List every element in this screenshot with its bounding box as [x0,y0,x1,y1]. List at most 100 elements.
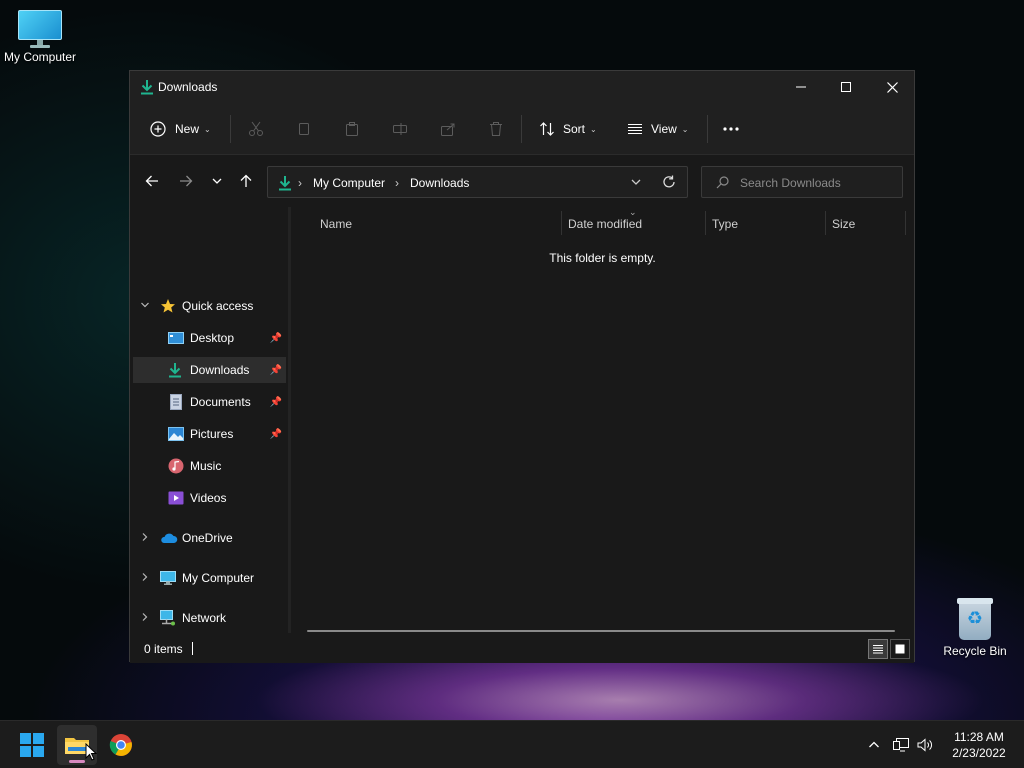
taskbar: 11:28 AM 2/23/2022 [0,720,1024,768]
breadcrumb-my-computer[interactable]: My Computer [313,176,385,190]
column-header-date-modified[interactable]: Date modified [568,217,642,231]
scissors-icon [249,121,263,136]
tree-item-music[interactable]: Music [133,453,286,479]
chevron-down-icon: ⌄ [590,124,597,134]
back-button[interactable] [142,171,162,191]
chevron-right-icon[interactable] [139,612,151,625]
recycle-bin-icon: ♻ [955,596,995,642]
tree-item-videos[interactable]: Videos [133,485,286,511]
search-box[interactable] [701,166,903,198]
window-title: Downloads [158,80,218,94]
tree-item-pictures[interactable]: Pictures 📌 [133,421,286,447]
tree-item-network[interactable]: Network [133,605,286,631]
chevron-right-icon[interactable] [139,532,151,545]
column-divider[interactable] [705,211,706,235]
tree-item-desktop[interactable]: Desktop 📌 [133,325,286,351]
breadcrumb-separator-icon: › [298,176,302,190]
forward-button[interactable] [176,171,196,191]
windows-logo-icon [20,733,44,757]
column-divider[interactable] [905,211,906,235]
address-history-button[interactable] [630,176,642,191]
chevron-down-icon: ⌄ [681,124,689,134]
show-hidden-icons-button[interactable] [864,735,884,755]
cut-button[interactable] [248,115,264,143]
close-button[interactable] [869,71,915,103]
divider [521,115,522,143]
view-label: View [651,122,677,136]
desktop-folder-icon [168,330,184,346]
chevron-right-icon[interactable] [139,572,151,585]
delete-button[interactable] [488,115,504,143]
new-button[interactable]: New ⌄ [150,115,211,143]
copy-button[interactable] [296,115,312,143]
rename-icon [393,123,407,135]
document-icon [168,394,184,410]
breadcrumb-downloads[interactable]: Downloads [410,176,469,190]
navigation-pane: Quick access Desktop 📌 Downloads 📌 Docum… [130,207,288,633]
column-header-size[interactable]: Size [832,217,855,231]
desktop-icon-label: My Computer [3,50,77,64]
tree-item-documents[interactable]: Documents 📌 [133,389,286,415]
large-icons-view-button[interactable] [890,639,910,659]
tree-item-my-computer[interactable]: My Computer [133,565,286,591]
details-view-button[interactable] [868,639,888,659]
refresh-button[interactable] [662,175,676,192]
tree-item-quick-access[interactable]: Quick access [133,293,286,319]
sort-button[interactable]: Sort ⌄ [539,115,597,143]
search-input[interactable] [740,174,895,192]
column-divider[interactable] [561,211,562,235]
network-icon [160,610,176,626]
view-button[interactable]: View ⌄ [627,115,689,143]
taskbar-chrome[interactable] [101,725,141,765]
paste-button[interactable] [344,115,360,143]
thumbnail-view-icon [895,644,905,654]
network-monitor-icon [893,738,909,752]
more-icon [723,127,739,131]
copy-icon [299,123,309,135]
empty-folder-message: This folder is empty. [549,251,656,265]
title-bar[interactable]: Downloads [130,71,914,103]
more-options-button[interactable] [722,115,740,143]
volume-button[interactable] [916,735,936,755]
column-header-type[interactable]: Type [712,217,738,231]
maximize-button[interactable] [823,71,869,103]
close-icon [886,81,898,93]
file-list-pane[interactable]: Name ⌄ Date modified Type Size This fold… [291,207,914,633]
chevron-down-icon[interactable] [139,300,151,313]
clock[interactable]: 11:28 AM 2/23/2022 [940,729,1018,761]
tree-item-label: My Computer [182,571,255,585]
download-icon [168,362,184,378]
minimize-button[interactable] [778,71,824,103]
video-icon [168,490,184,506]
column-header-name[interactable]: Name [320,217,352,231]
desktop-icon-recycle-bin[interactable]: ♻ Recycle Bin [935,596,1015,658]
tree-item-downloads[interactable]: Downloads 📌 [133,357,286,383]
sort-icon [540,122,554,136]
new-label: New [175,122,200,136]
navigation-bar: › My Computer › Downloads [130,155,914,207]
trash-icon [490,122,502,136]
sort-label: Sort [563,122,586,136]
horizontal-scrollbar[interactable] [307,630,895,632]
arrow-right-icon [180,175,193,187]
arrow-left-icon [145,175,158,187]
list-view-icon [628,124,642,134]
network-status-button[interactable] [891,735,911,755]
clock-time: 11:28 AM [954,730,1004,744]
start-button[interactable] [12,725,52,765]
chevron-down-icon [631,179,641,185]
column-divider[interactable] [825,211,826,235]
speaker-icon [917,738,932,752]
search-icon [716,176,729,192]
share-button[interactable] [440,115,456,143]
up-button[interactable] [236,171,256,191]
tree-item-onedrive[interactable]: OneDrive [133,525,286,551]
tree-item-label: Quick access [182,299,254,313]
address-bar[interactable]: › My Computer › Downloads [267,166,688,198]
chevron-up-icon [869,741,879,748]
desktop-icon-my-computer[interactable]: My Computer [0,8,80,64]
rename-button[interactable] [392,115,408,143]
file-explorer-window[interactable]: Downloads New ⌄ Sort ⌄ View ⌄ › My Compu… [129,70,915,663]
recent-locations-button[interactable] [207,171,227,191]
cloud-icon [160,530,178,546]
